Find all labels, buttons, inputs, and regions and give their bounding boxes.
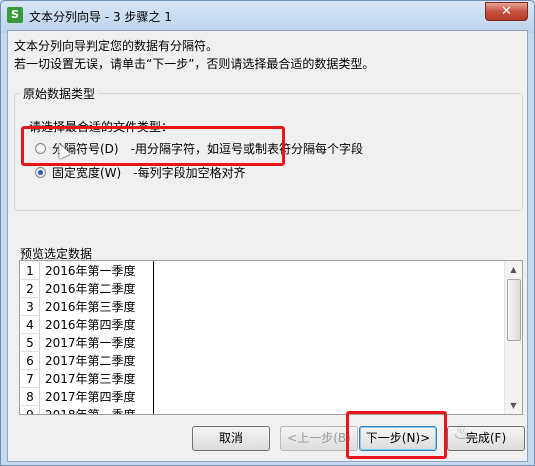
group-title: 原始数据类型 xyxy=(20,85,99,102)
row-text: 2016年第一季度 xyxy=(45,264,136,278)
close-button[interactable]: ✕ xyxy=(485,2,528,21)
row-text: 2016年第四季度 xyxy=(45,318,136,332)
highlight-box-next xyxy=(346,411,447,459)
row-number: 7 xyxy=(21,370,40,388)
radio-fixed-width-description: -每列字段加空格对齐 xyxy=(133,165,246,180)
row-number: 5 xyxy=(21,334,40,352)
preview-scrollbar[interactable]: ▲ ▼ xyxy=(504,261,522,414)
finish-button[interactable]: 完成(F) xyxy=(447,426,525,451)
intro-text-line-1: 文本分列向导判定您的数据有分隔符。 xyxy=(14,39,219,53)
row-number: 3 xyxy=(21,298,40,316)
cancel-button[interactable]: 取消 xyxy=(192,426,270,451)
radio-fixed-width-label: 固定宽度(W) xyxy=(52,165,122,180)
row-text: 2016年第二季度 xyxy=(45,282,136,296)
wps-app-icon: S xyxy=(7,7,23,23)
radio-checked-icon[interactable] xyxy=(35,166,46,178)
radio-fixed-width[interactable]: 固定宽度(W) -每列字段加空格对齐 xyxy=(35,164,246,180)
row-text: 2017年第四季度 xyxy=(45,390,136,404)
dialog-window: S 文本分列向导 - 3 步骤之 1 ✕ 文本分列向导判定您的数据有分隔符。 若… xyxy=(0,0,535,466)
row-text: 2017年第二季度 xyxy=(45,354,136,368)
row-number: 1 xyxy=(21,262,40,280)
scroll-up-arrow-icon[interactable]: ▲ xyxy=(505,261,522,278)
column-break-line[interactable] xyxy=(153,261,154,414)
row-number: 6 xyxy=(21,352,40,370)
row-number: 9 xyxy=(21,406,40,414)
preview-list[interactable]: 1 2016年第一季度 2 2016年第二季度 3 2016年第三季度 4 20… xyxy=(19,260,523,415)
row-text: 2016年第三季度 xyxy=(45,300,136,314)
scroll-down-arrow-icon[interactable]: ▼ xyxy=(505,397,522,414)
window-title: 文本分列向导 - 3 步骤之 1 xyxy=(29,10,172,24)
intro-text-line-2: 若一切设置无误，请单击“下一步”，否则请选择最合适的数据类型。 xyxy=(14,57,375,71)
row-number: 8 xyxy=(21,388,40,406)
row-text: 2017年第三季度 xyxy=(45,372,136,386)
title-bar[interactable]: S 文本分列向导 - 3 步骤之 1 ✕ xyxy=(1,1,534,31)
row-text: 2017年第一季度 xyxy=(45,336,136,350)
dialog-body: 文本分列向导判定您的数据有分隔符。 若一切设置无误，请单击“下一步”，否则请选择… xyxy=(7,30,528,462)
row-text: 2018年第一季度 xyxy=(45,408,136,415)
row-number: 2 xyxy=(21,280,40,298)
scroll-thumb[interactable] xyxy=(507,279,521,341)
row-number: 4 xyxy=(21,316,40,334)
